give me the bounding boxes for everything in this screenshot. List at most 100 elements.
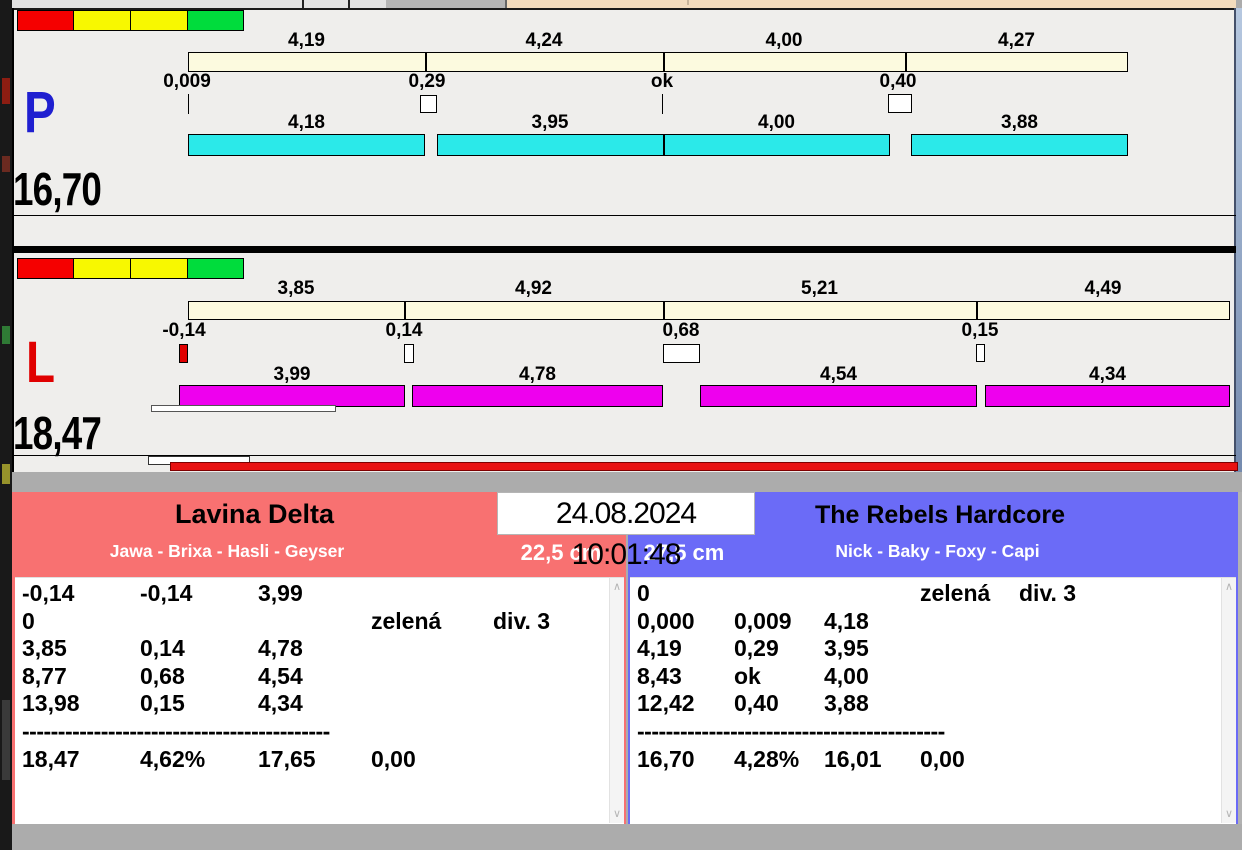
scroll-down-icon[interactable]: ∨ <box>610 807 624 821</box>
scroll-down-icon[interactable]: ∨ <box>1222 807 1236 821</box>
top-strip-tick <box>348 0 350 8</box>
summary-net-time: 17,65 <box>258 746 371 774</box>
team-right-members: Nick - Baky - Foxy - Capi <box>755 541 1120 562</box>
result-cell <box>371 690 493 718</box>
split-top-value-l4: 4,49 <box>976 279 1230 299</box>
split-bar-divider <box>663 301 665 320</box>
result-cell: 12,42 <box>637 690 734 718</box>
result-row: 8,770,684,54 <box>22 663 614 691</box>
split-bar-divider <box>663 52 665 72</box>
result-cell: 0,000 <box>637 608 734 636</box>
lane-p-letter: P <box>24 84 56 142</box>
top-strip-tick <box>687 0 689 5</box>
result-cell: 13,98 <box>22 690 140 718</box>
result-cell: 3,95 <box>824 635 920 663</box>
team-right-scrollbar[interactable]: ∧ ∨ <box>1221 578 1236 823</box>
result-cell <box>493 690 614 718</box>
background-window-top-strip <box>12 0 1236 8</box>
top-strip-segment <box>386 0 506 8</box>
split-bottom-value-l3: 4,54 <box>700 365 977 385</box>
gap-value-l1: -0,14 <box>144 321 224 341</box>
lane-p-bar-segment3 <box>911 134 1128 156</box>
lane-l-letter: L <box>26 334 55 392</box>
left-strip-speck <box>2 464 10 484</box>
result-row: 3,850,144,78 <box>22 635 614 663</box>
result-cell: 0 <box>637 580 734 608</box>
gap-value-p1: 0,009 <box>147 72 227 92</box>
result-cell <box>493 635 614 663</box>
section-separator-band <box>12 472 1242 492</box>
status-block-yellow2-l <box>130 258 188 279</box>
result-cell: 0,009 <box>734 608 824 636</box>
result-cell: 0 <box>22 608 140 636</box>
summary-net-time: 16,01 <box>824 746 920 774</box>
result-cell <box>371 580 493 608</box>
result-cell <box>734 580 824 608</box>
team-left-results-list[interactable]: -0,14-0,143,990zelenádiv. 33,850,144,788… <box>15 580 614 824</box>
gap-value-l3: 0,68 <box>641 321 721 341</box>
lane-l-bar-segment3 <box>700 385 977 407</box>
split-top-value-p4: 4,27 <box>905 31 1128 51</box>
result-cell <box>493 580 614 608</box>
top-strip-tick <box>302 0 304 8</box>
gap-value-p4: 0,40 <box>858 72 938 92</box>
team-left-split-rows: -0,14-0,143,990zelenádiv. 33,850,144,788… <box>22 580 614 718</box>
lane-p-bar-divider <box>663 134 665 156</box>
result-cell <box>140 608 258 636</box>
split-bar-divider <box>905 52 907 72</box>
scroll-up-icon[interactable]: ∧ <box>610 580 624 594</box>
result-cell: -0,14 <box>22 580 140 608</box>
team-left-scrollbar[interactable]: ∧ ∨ <box>609 578 624 823</box>
bottom-gray-strip <box>12 824 1242 850</box>
result-cell: 3,99 <box>258 580 371 608</box>
result-cell <box>371 635 493 663</box>
result-cell <box>258 608 371 636</box>
team-left-summary-row: 18,47 4,62% 17,65 0,00 <box>22 746 614 774</box>
result-cell: 0,14 <box>140 635 258 663</box>
result-cell: 4,00 <box>824 663 920 691</box>
team-right-results-list[interactable]: 0zelenádiv. 30,0000,0094,184,190,293,958… <box>630 580 1226 824</box>
lane-p-progress-baseline <box>12 215 1236 216</box>
team-left-members: Jawa - Brixa - Hasli - Geyser <box>12 541 442 562</box>
result-cell: 3,85 <box>22 635 140 663</box>
summary-total-time: 18,47 <box>22 746 140 774</box>
status-block-yellow-p <box>73 10 131 31</box>
result-cell: 0,68 <box>140 663 258 691</box>
result-cell: 8,77 <box>22 663 140 691</box>
result-cell: 4,19 <box>637 635 734 663</box>
result-cell <box>1019 663 1226 691</box>
split-top-value-p2: 4,24 <box>425 31 663 51</box>
gap-marker-box-p4 <box>888 94 912 113</box>
gap-marker-box-p2 <box>420 95 437 113</box>
result-cell: 0,15 <box>140 690 258 718</box>
summary-percent: 4,62% <box>140 746 258 774</box>
result-cell <box>920 663 1019 691</box>
result-cell: 3,88 <box>824 690 920 718</box>
split-top-value-l1: 3,85 <box>188 279 404 299</box>
split-bar-top-l <box>188 301 1230 320</box>
result-cell <box>920 690 1019 718</box>
result-cell <box>1019 690 1226 718</box>
gap-value-l4: 0,15 <box>940 321 1020 341</box>
top-strip-tick <box>505 0 507 8</box>
datetime-display: 24.08.2024 10:01:48 <box>497 492 755 535</box>
gap-marker-tick-p3 <box>662 94 663 114</box>
summary-percent: 4,28% <box>734 746 824 774</box>
split-bar-top-p <box>188 52 1128 72</box>
result-row: 0,0000,0094,18 <box>637 608 1226 636</box>
split-bottom-value-p1: 4,18 <box>188 113 425 133</box>
split-bottom-value-l4: 4,34 <box>985 365 1230 385</box>
split-top-value-p3: 4,00 <box>663 31 905 51</box>
lane-l-total-time: 18,47 <box>13 410 101 456</box>
split-top-value-l2: 4,92 <box>404 279 663 299</box>
result-cell <box>1019 635 1226 663</box>
split-bottom-value-p3: 4,00 <box>663 113 890 133</box>
result-cell: 0,40 <box>734 690 824 718</box>
summary-penalty: 0,00 <box>920 746 1019 774</box>
split-bar-divider <box>425 52 427 72</box>
scroll-up-icon[interactable]: ∧ <box>1222 580 1236 594</box>
gap-marker-box-l2 <box>404 344 414 363</box>
result-cell: 4,34 <box>258 690 371 718</box>
team-right-name: The Rebels Hardcore <box>755 501 1125 530</box>
lane-divider-bar <box>12 246 1236 253</box>
